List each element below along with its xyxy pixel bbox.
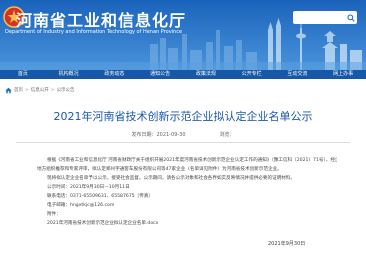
breadcrumb-info-disclosure[interactable]: 信息公开 xyxy=(31,87,49,93)
main-nav: 首页 机构概况 政务动态 通知公告 政策法规 公开专栏 互动交流 网上办事 xyxy=(0,70,366,79)
breadcrumb-separator: > xyxy=(50,87,55,93)
nav-item-home[interactable]: 首页 xyxy=(0,70,46,79)
attachment-label: 附件： xyxy=(47,212,61,217)
contact-phone: 联系电话：0371-65509631、65587675（传真） xyxy=(47,194,154,199)
site-subtitle: Department of Industry and Information T… xyxy=(5,29,183,35)
search-input[interactable] xyxy=(296,11,342,24)
breadcrumb-home[interactable]: 首页 xyxy=(14,87,23,93)
search-icon[interactable] xyxy=(345,12,356,23)
publicity-period: 公示时间：2021年9月30日—10月11日 xyxy=(47,185,130,190)
nav-item-services[interactable]: 网上办事 xyxy=(320,70,366,79)
breadcrumb-announcements[interactable]: 公示公告 xyxy=(57,87,75,93)
nav-item-interaction[interactable]: 互动交流 xyxy=(275,70,321,79)
nav-item-about[interactable]: 机构概况 xyxy=(46,70,92,79)
view-count-label: 浏览： xyxy=(219,132,235,138)
search-box xyxy=(293,11,357,24)
nav-item-policy[interactable]: 政策法规 xyxy=(183,70,229,79)
nav-item-disclosure[interactable]: 公开专栏 xyxy=(229,70,275,79)
nav-item-notices[interactable]: 通知公告 xyxy=(137,70,183,79)
attachment-link[interactable]: 2021年河南省技术创新示范企业拟认定企业名单.docx xyxy=(37,219,337,228)
article-meta: 发布日期：2021-09-30 浏览： xyxy=(0,131,366,138)
header-banner: 河南省工业和信息化厅 Department of Industry and In… xyxy=(0,0,366,70)
home-icon xyxy=(5,87,12,93)
nav-item-news[interactable]: 政务动态 xyxy=(92,70,138,79)
contact-email: 电子邮箱：hngxtkjc@126.com xyxy=(47,203,115,208)
body-paragraph: 根据《河南省工业和信息化厅 河南省财政厅关于组织开展2021年度河南省技术创新示… xyxy=(47,158,337,163)
article-body: 根据《河南省工业和信息化厅 河南省财政厅关于组织开展2021年度河南省技术创新示… xyxy=(37,156,337,228)
body-paragraph: 地方组织推荐和专家评审，拟认定郑州宇通客车股份有限公司等47家企业（名单详见附件… xyxy=(37,167,282,172)
body-paragraph: 现将拟认定企业名单予以公示，接受社会监督。公示期间，请各公示对象和社会各界如实反… xyxy=(47,176,296,181)
publish-date: 发布日期：2021-09-30 xyxy=(131,132,186,138)
breadcrumb-separator: > xyxy=(25,87,29,93)
breadcrumb: 首页 > 信息公开 > 公示公告 xyxy=(5,86,75,94)
title-divider xyxy=(16,142,350,143)
signature-date: 2021年9月30日 xyxy=(268,241,306,247)
article-title: 2021年河南省技术创新示范企业拟认定企业名单公示 xyxy=(53,110,313,123)
site-title[interactable]: 河南省工业和信息化厅 xyxy=(16,7,186,31)
